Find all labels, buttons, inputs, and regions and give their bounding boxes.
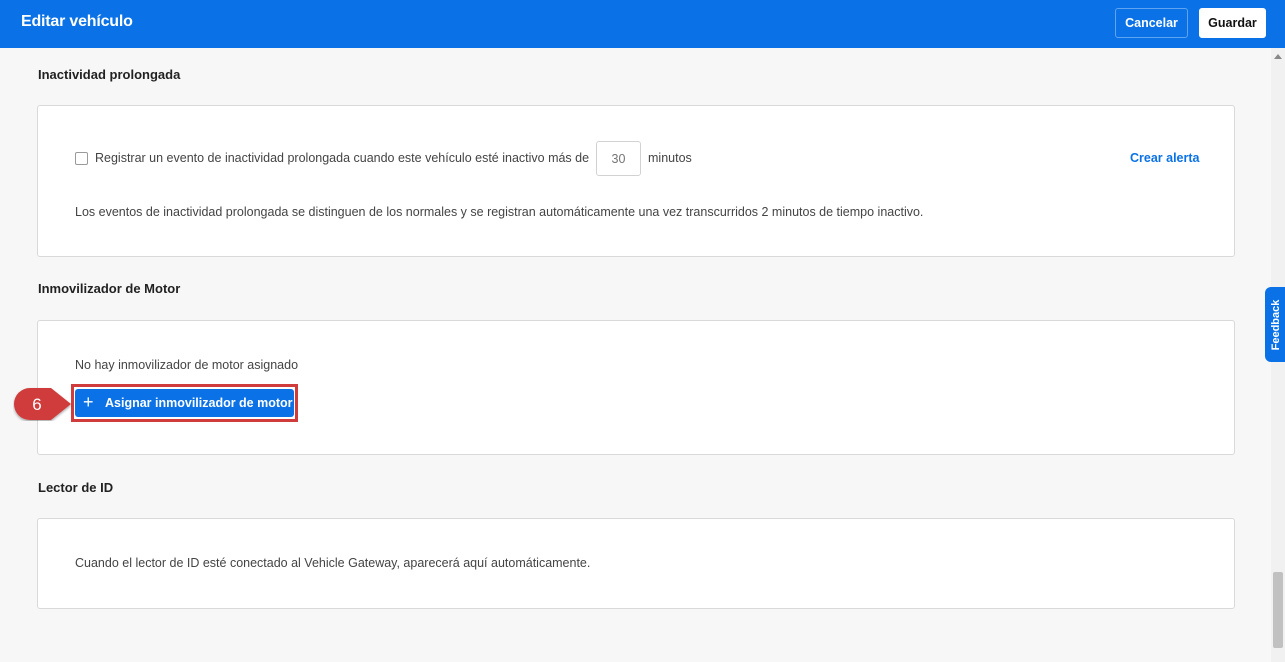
idle-minutes-input[interactable] [596,141,641,176]
top-bar: Editar vehículo Cancelar Guardar [0,0,1285,48]
idle-description: Los eventos de inactividad prolongada se… [75,205,924,219]
immobilizer-empty-text: No hay inmovilizador de motor asignado [75,358,299,372]
scroll-up-arrow-icon[interactable] [1274,54,1282,59]
create-alert-link[interactable]: Crear alerta [1130,151,1200,165]
feedback-label: Feedback [1270,299,1282,351]
page-title: Editar vehículo [21,13,133,30]
id-reader-section-title: Lector de ID [38,480,114,495]
step-number: 6 [32,395,42,414]
scrollbar-thumb[interactable] [1273,572,1283,648]
highlight-box [71,384,298,422]
idle-card [37,105,1235,257]
idle-checkbox-label: Registrar un evento de inactividad prolo… [95,151,590,165]
minutes-unit-label: minutos [648,151,692,165]
immobilizer-section-title: Inmovilizador de Motor [38,281,181,296]
idle-section-title: Inactividad prolongada [38,67,181,82]
cancel-button[interactable]: Cancelar [1115,8,1188,38]
id-reader-description: Cuando el lector de ID esté conectado al… [75,556,591,570]
save-button[interactable]: Guardar [1199,8,1266,38]
idle-event-checkbox[interactable] [75,152,88,165]
